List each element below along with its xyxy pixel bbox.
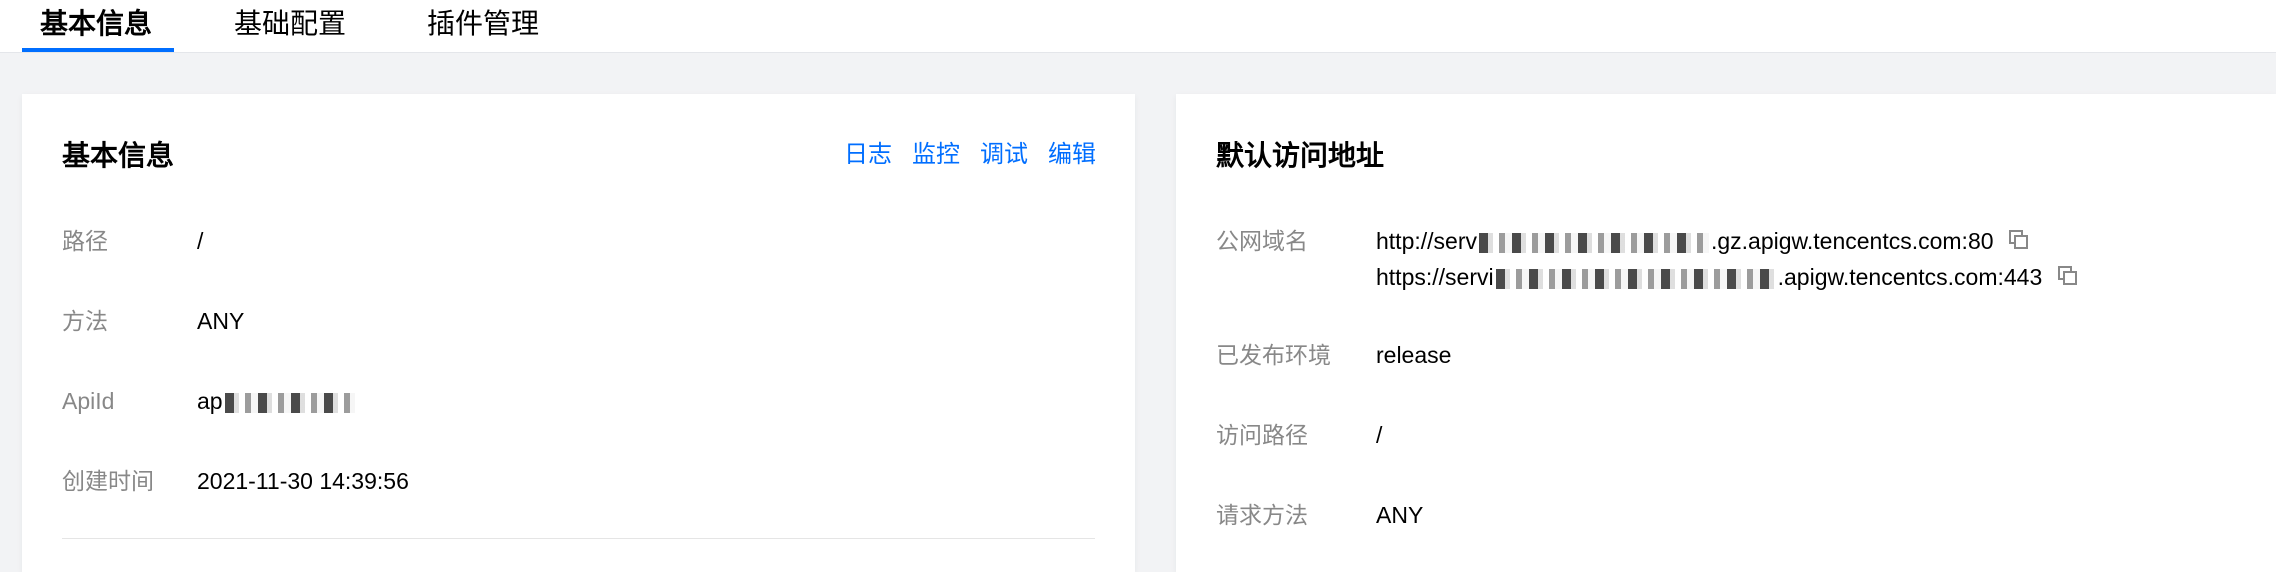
redacted-https-host [1495, 268, 1776, 289]
access-path-label: 访问路径 [1216, 422, 1308, 448]
apiid-prefix: ap [197, 388, 223, 414]
http-url-suffix: .gz.apigw.tencentcs.com:80 [1710, 228, 1994, 254]
debug-link[interactable]: 调试 [980, 139, 1028, 171]
method-label: 方法 [62, 308, 108, 334]
created-time-value: 2021-11-30 14:39:56 [197, 468, 409, 494]
tab-basic-config[interactable]: 基础配置 [234, 6, 346, 42]
monitor-link[interactable]: 监控 [912, 139, 960, 171]
redacted-http-host [1478, 232, 1709, 253]
default-access-card: 默认访问地址 公网域名 http://serv .gz.apigw.tencent… [1176, 94, 2276, 572]
published-env-value: release [1376, 342, 1452, 368]
request-method-label: 请求方法 [1216, 502, 1308, 528]
published-env-label: 已发布环境 [1216, 342, 1331, 368]
card-actions: 日志 监控 调试 编辑 [844, 139, 1096, 171]
active-tab-indicator [22, 48, 174, 52]
http-url-prefix: http://serv [1376, 228, 1477, 254]
divider [62, 538, 1095, 539]
apiid-label: ApiId [62, 388, 115, 414]
path-value: / [197, 228, 204, 254]
tab-basic-info[interactable]: 基本信息 [40, 6, 152, 42]
request-method-value: ANY [1376, 502, 1424, 528]
method-value: ANY [197, 308, 245, 334]
https-url-prefix: https://servi [1376, 264, 1494, 290]
edit-link[interactable]: 编辑 [1048, 139, 1096, 171]
https-url: https://servi .apigw.tencentcs.com:443 [1376, 261, 2079, 295]
http-url: http://serv .gz.apigw.tencentcs.com:80 [1376, 225, 2030, 259]
basic-info-title: 基本信息 [62, 140, 175, 171]
tab-plugin-management[interactable]: 插件管理 [427, 6, 539, 42]
tab-bar: 基本信息 基础配置 插件管理 [0, 0, 2276, 53]
apiid-value: ap [197, 385, 357, 417]
https-url-suffix: .apigw.tencentcs.com:443 [1777, 264, 2043, 290]
copy-icon[interactable] [2057, 263, 2079, 295]
access-path-value: / [1376, 422, 1383, 448]
path-label: 路径 [62, 228, 108, 254]
created-time-label: 创建时间 [62, 468, 154, 494]
public-domain-label: 公网域名 [1216, 228, 1308, 254]
basic-info-card: 基本信息 日志 监控 调试 编辑 路径 / 方法 ANY ApiId ap 创建… [22, 94, 1135, 572]
copy-icon[interactable] [2008, 227, 2030, 259]
log-link[interactable]: 日志 [844, 139, 892, 171]
redacted-apiid [224, 392, 355, 413]
default-access-title: 默认访问地址 [1216, 140, 1385, 171]
